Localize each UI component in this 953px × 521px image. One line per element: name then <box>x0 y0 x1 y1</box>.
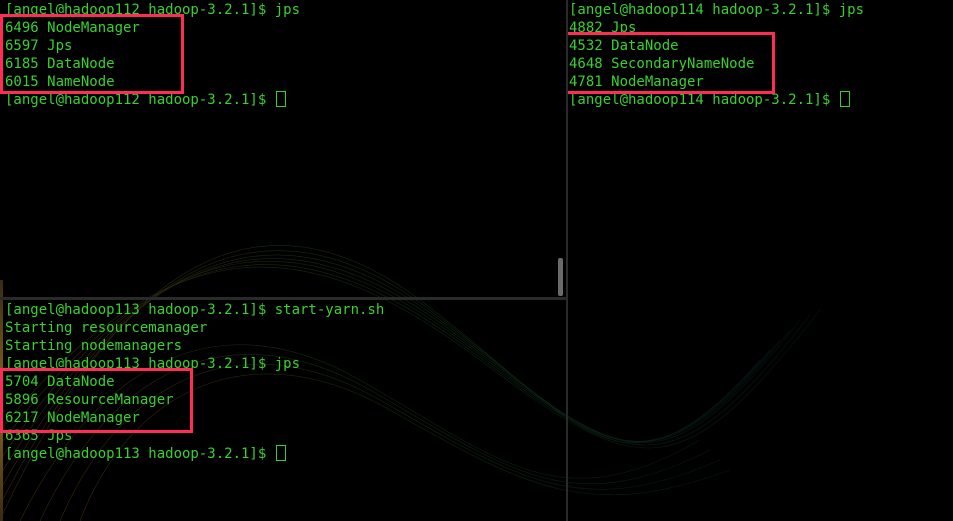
pane-divider-vertical[interactable] <box>566 0 568 521</box>
prompt-text: [angel@hadoop112 hadoop-3.2.1]$ <box>5 92 275 108</box>
prompt-text: [angel@hadoop114 hadoop-3.2.1]$ <box>569 92 839 108</box>
prompt-line: [angel@hadoop114 hadoop-3.2.1]$ jps <box>569 1 864 19</box>
highlight-box <box>568 32 775 94</box>
output-text: Starting resourcemanager <box>5 320 208 336</box>
highlight-box <box>0 368 193 433</box>
terminal-pane-hadoop114[interactable]: [angel@hadoop114 hadoop-3.2.1]$ jps 4882… <box>568 0 953 521</box>
prompt-text: [angel@hadoop113 hadoop-3.2.1]$ <box>5 446 275 462</box>
prompt-text: [angel@hadoop114 hadoop-3.2.1]$ jps <box>569 2 865 18</box>
pane-divider-horizontal[interactable] <box>0 297 566 300</box>
prompt-line: [angel@hadoop113 hadoop-3.2.1]$ start-ya… <box>5 301 384 319</box>
output-text: Starting nodemanagers <box>5 338 183 354</box>
output-line: Starting nodemanagers <box>5 337 182 355</box>
output-line: Starting resourcemanager <box>5 319 207 337</box>
terminal-window: [angel@hadoop112 hadoop-3.2.1]$ jps 6496… <box>0 0 953 521</box>
text-cursor <box>275 445 286 461</box>
text-cursor <box>839 91 850 107</box>
prompt-text: [angel@hadoop113 hadoop-3.2.1]$ start-ya… <box>5 302 385 318</box>
highlight-box <box>0 14 184 94</box>
terminal-pane-hadoop113[interactable]: [angel@hadoop113 hadoop-3.2.1]$ start-ya… <box>0 300 566 521</box>
prompt-line[interactable]: [angel@hadoop113 hadoop-3.2.1]$ <box>5 445 286 463</box>
terminal-pane-hadoop112[interactable]: [angel@hadoop112 hadoop-3.2.1]$ jps 6496… <box>0 0 566 297</box>
text-cursor <box>275 91 286 107</box>
scrollbar-thumb[interactable] <box>558 258 563 296</box>
